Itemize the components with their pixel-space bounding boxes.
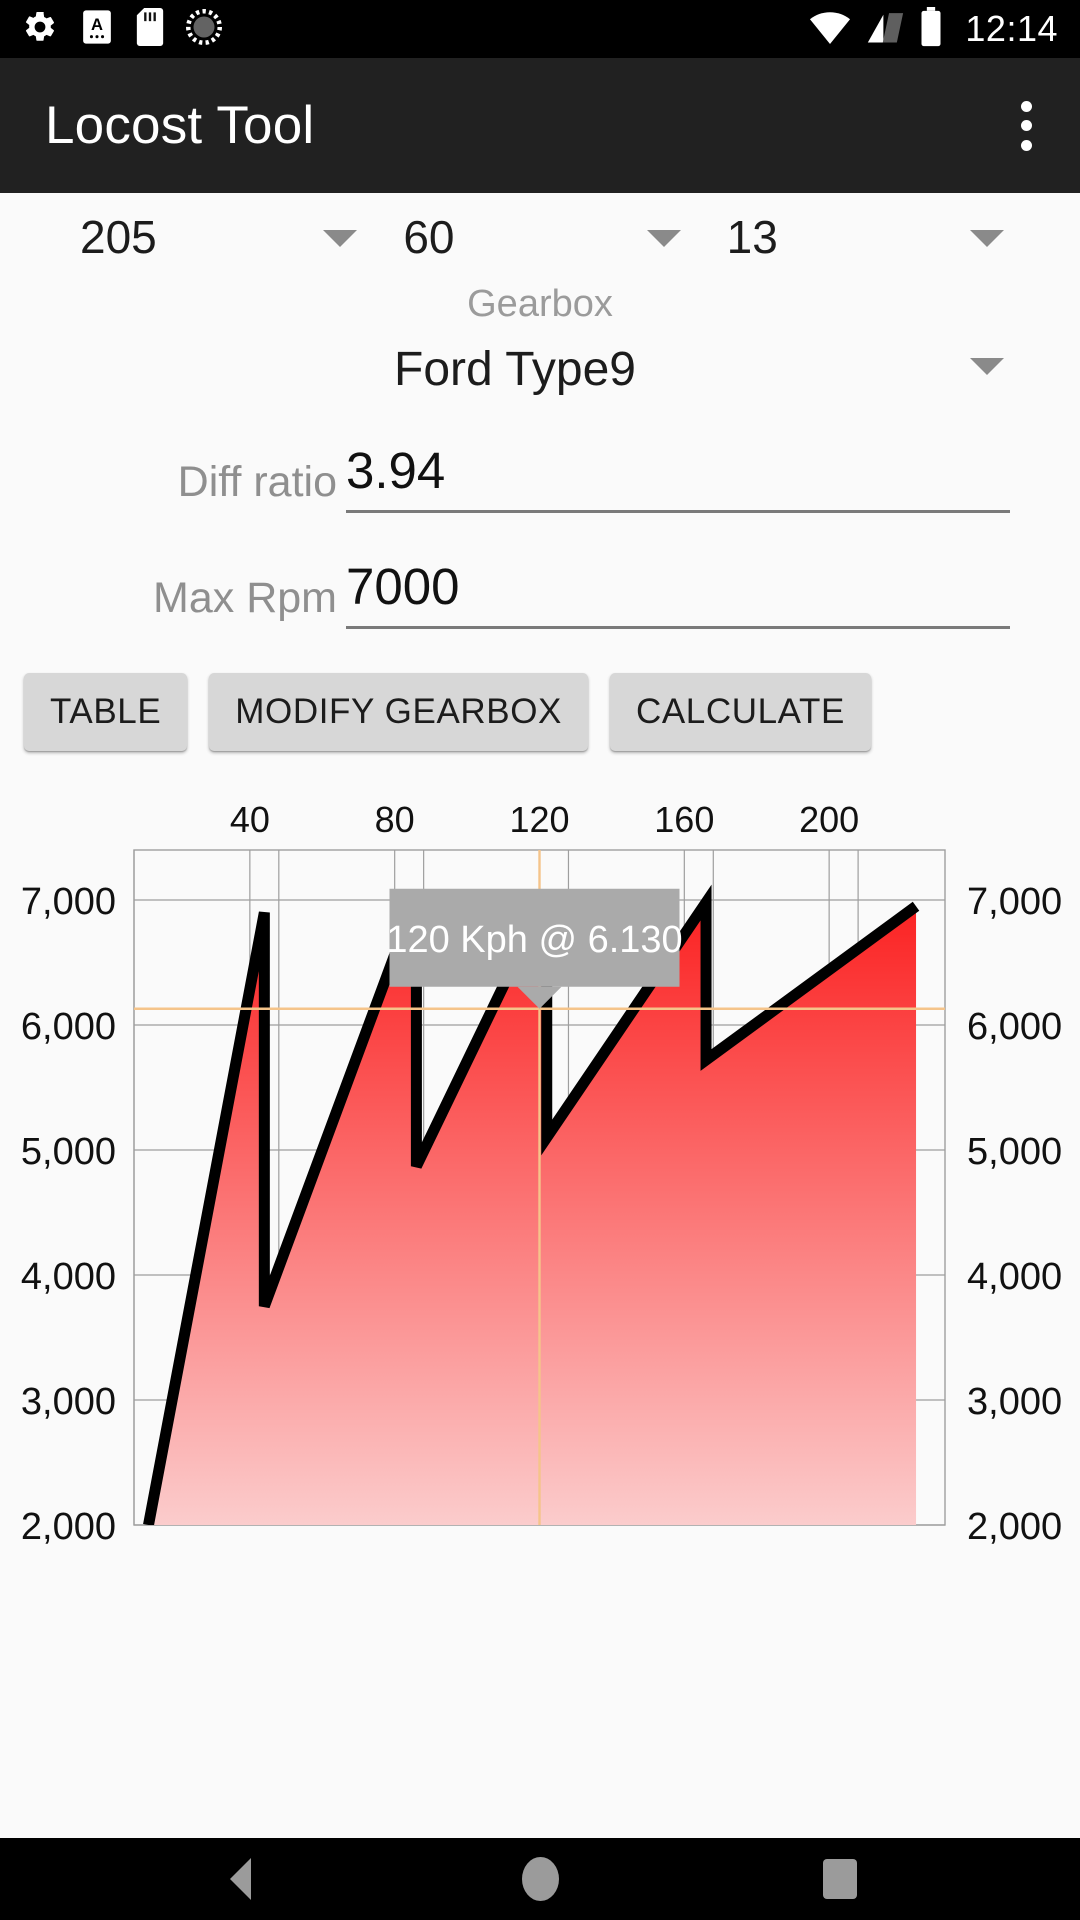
more-vert-icon[interactable]	[1006, 95, 1046, 157]
y-axis-label-left: 7,000	[21, 881, 116, 923]
modify-gearbox-button[interactable]: MODIFY GEARBOX	[209, 673, 588, 751]
wifi-icon	[809, 9, 851, 50]
status-bar-clock: 12:14	[965, 8, 1058, 49]
tyre-width-value: 205	[80, 211, 157, 263]
max-rpm-label: Max Rpm	[153, 574, 337, 622]
chevron-down-icon	[969, 230, 1004, 247]
gearbox-spinner[interactable]: Ford Type9	[0, 342, 1080, 397]
android-navigation-bar	[0, 1838, 1080, 1920]
chart-tooltip[interactable]: 120 Kph @ 6.130	[386, 888, 683, 1009]
y-axis-label-right: 2,000	[967, 1506, 1062, 1548]
tyre-rim-value: 13	[726, 211, 778, 263]
x-axis-label: 120	[509, 799, 569, 840]
y-axis-label-left: 2,000	[21, 1506, 116, 1548]
gearbox-value: Ford Type9	[394, 343, 636, 396]
y-axis-label-left: 4,000	[21, 1256, 116, 1298]
svg-text:A: A	[91, 14, 103, 33]
recents-square-icon	[823, 1859, 857, 1899]
x-axis-label: 200	[799, 799, 859, 840]
nav-back-button[interactable]	[90, 1858, 390, 1900]
chevron-down-icon	[323, 230, 358, 247]
x-axis-label: 160	[654, 799, 714, 840]
chart-canvas[interactable]: 7,000 7,000 6,000 6,000 5,000 5,000 4,000 4,000…	[0, 765, 1080, 1555]
chevron-down-icon	[646, 230, 681, 247]
status-bar: A 12:14	[0, 0, 1080, 58]
y-axis-label-left: 6,000	[21, 1006, 116, 1048]
chevron-down-icon	[970, 358, 1004, 375]
nav-recents-button[interactable]	[690, 1859, 990, 1899]
tyre-width-spinner[interactable]: 205	[80, 210, 403, 264]
battery-icon	[919, 6, 943, 52]
diff-ratio-row: Diff ratio	[0, 441, 1080, 513]
screen-root: A 12:14 Locost Tool 205 60 13 Gearbox Fo…	[0, 0, 1080, 1920]
y-axis-label-right: 5,000	[967, 1131, 1062, 1173]
y-axis-label-right: 7,000	[967, 881, 1062, 923]
y-axis-label-left: 5,000	[21, 1131, 116, 1173]
app-a-icon: A	[80, 9, 114, 50]
status-bar-right-icons: 12:14	[809, 6, 1058, 52]
gearbox-label: Gearbox	[467, 283, 613, 325]
tyre-profile-spinner[interactable]: 60	[403, 210, 726, 264]
tyre-profile-value: 60	[403, 211, 455, 263]
y-axis-label-right: 6,000	[967, 1006, 1062, 1048]
loading-spinner-icon	[186, 8, 222, 50]
calculate-button[interactable]: CALCULATE	[609, 673, 871, 751]
sd-card-icon	[136, 7, 164, 51]
back-triangle-icon	[229, 1858, 251, 1900]
y-axis-label-right: 3,000	[967, 1381, 1062, 1423]
max-rpm-input[interactable]	[346, 557, 1010, 629]
diff-ratio-input[interactable]	[346, 441, 1010, 513]
status-bar-left-icons: A	[22, 7, 222, 51]
page-title: Locost Tool	[45, 96, 315, 155]
action-button-row: TABLE MODIFY GEARBOX CALCULATE	[0, 673, 1080, 751]
nav-home-button[interactable]	[390, 1857, 690, 1901]
rpm-speed-chart[interactable]: 7,000 7,000 6,000 6,000 5,000 5,000 4,000 4,000…	[0, 765, 1080, 1555]
y-axis-label-left: 3,000	[21, 1381, 116, 1423]
main-content: 205 60 13 Gearbox Ford Type9 Diff ratio	[0, 193, 1080, 1838]
diff-ratio-label: Diff ratio	[177, 458, 337, 506]
app-bar: Locost Tool	[0, 58, 1080, 193]
cell-signal-icon	[865, 9, 905, 50]
y-axis-label-right: 4,000	[967, 1256, 1062, 1298]
table-button[interactable]: TABLE	[24, 673, 188, 751]
x-axis-label: 80	[375, 799, 415, 840]
settings-gear-icon	[22, 9, 58, 50]
x-axis-label: 40	[230, 799, 270, 840]
tooltip-text: 120 Kph @ 6.130	[386, 919, 682, 961]
max-rpm-row: Max Rpm	[0, 557, 1080, 629]
home-circle-icon	[521, 1857, 559, 1901]
tyre-size-row: 205 60 13	[0, 193, 1080, 271]
tyre-rim-spinner[interactable]: 13	[727, 210, 1050, 264]
